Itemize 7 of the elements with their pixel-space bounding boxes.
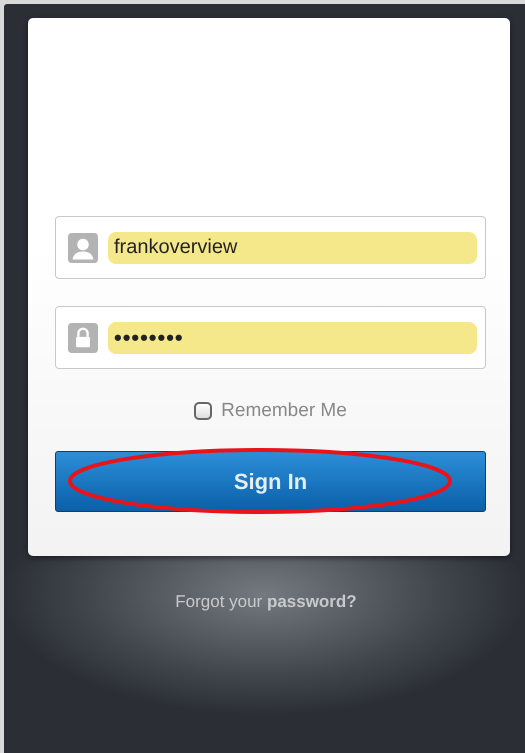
person-icon <box>68 232 98 262</box>
lock-icon <box>68 322 98 352</box>
remember-label: Remember Me <box>221 400 347 422</box>
remember-checkbox[interactable] <box>194 402 212 420</box>
sign-in-button[interactable]: Sign In <box>55 451 486 512</box>
password-field[interactable]: •••••••• <box>55 306 486 369</box>
username-field[interactable]: frankoverview <box>55 216 486 279</box>
